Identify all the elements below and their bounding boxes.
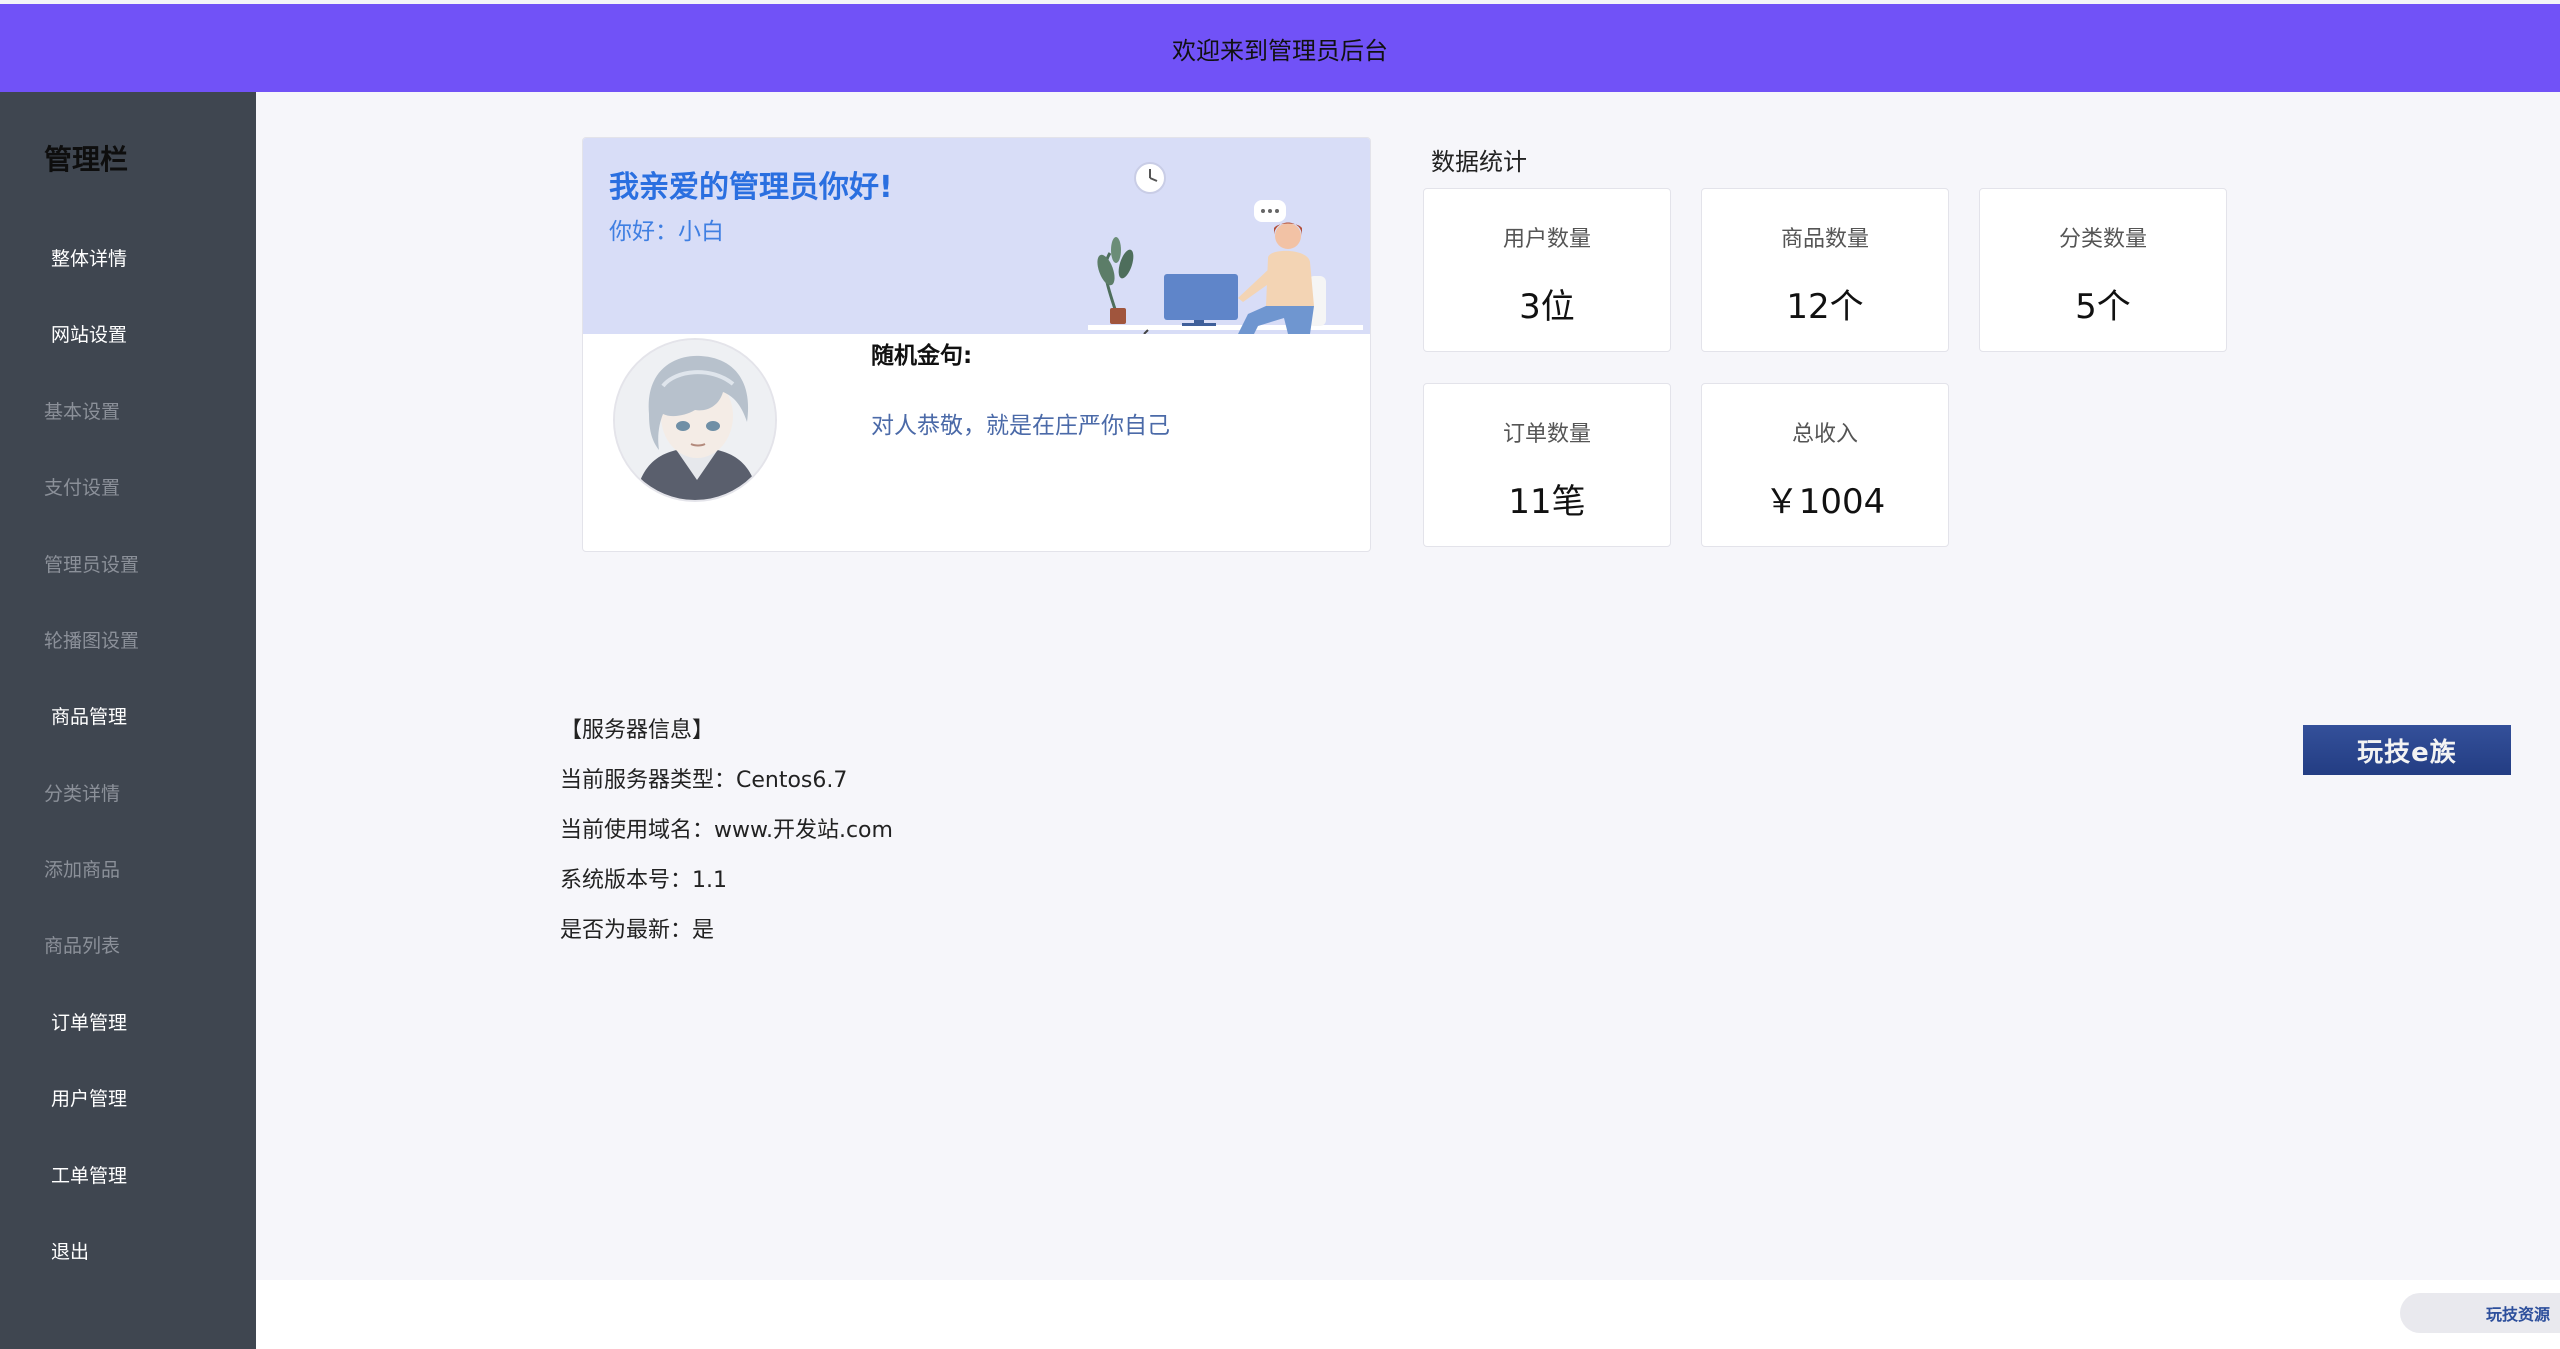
sidebar-item-logout[interactable]: 退出 (51, 1237, 89, 1264)
welcome-card: 我亲爱的管理员你好! 你好：小白 随机金句: 对人恭敬，就是在庄严你自己 (582, 137, 1371, 552)
sidebar-item-add-product[interactable]: 添加商品 (44, 855, 120, 882)
anime-avatar-icon (615, 340, 775, 500)
welcome-title: 我亲爱的管理员你好! (609, 170, 893, 205)
server-domain: 当前使用域名：www.开发站.com (560, 818, 893, 843)
stat-value: 12个 (1786, 287, 1864, 327)
system-version: 系统版本号：1.1 (560, 868, 727, 893)
stat-value: 5个 (2075, 287, 2131, 327)
brand-badge[interactable]: 玩技e族 (2303, 725, 2511, 775)
sidebar-item-category-details[interactable]: 分类详情 (44, 779, 120, 806)
sidebar-item-admin-settings[interactable]: 管理员设置 (44, 550, 139, 577)
sidebar-item-product-list[interactable]: 商品列表 (44, 931, 120, 958)
sidebar-item-ticket-management[interactable]: 工单管理 (51, 1161, 127, 1188)
header-title: 欢迎来到管理员后台 (1172, 36, 1388, 65)
stat-value: 3位 (1519, 287, 1575, 327)
sidebar-item-order-management[interactable]: 订单管理 (51, 1008, 127, 1035)
sidebar-item-basic-settings[interactable]: 基本设置 (44, 397, 120, 424)
welcome-banner: 我亲爱的管理员你好! 你好：小白 (583, 138, 1370, 334)
header-bar: 欢迎来到管理员后台 (0, 4, 2560, 92)
stat-label: 商品数量 (1780, 227, 1869, 252)
sidebar-title: 管理栏 (44, 143, 129, 176)
server-type: 当前服务器类型：Centos6.7 (560, 768, 848, 793)
welcome-greeting: 你好：小白 (609, 219, 724, 245)
stat-label: 分类数量 (2058, 227, 2147, 252)
sidebar-item-overview[interactable]: 整体详情 (51, 244, 127, 271)
admin-avatar (613, 338, 777, 502)
is-latest: 是否为最新：是 (560, 918, 715, 943)
stat-card-revenue: 总收入 ￥1004 (1701, 383, 1949, 547)
sidebar-item-site-settings[interactable]: 网站设置 (51, 320, 127, 347)
stat-label: 用户数量 (1502, 227, 1591, 252)
sidebar-item-user-management[interactable]: 用户管理 (51, 1084, 127, 1111)
server-info-heading: 【服务器信息】 (560, 718, 715, 743)
sidebar-item-payment-settings[interactable]: 支付设置 (44, 473, 120, 500)
sidebar: 管理栏 整体详情 网站设置 基本设置 支付设置 管理员设置 轮播图设置 商品管理… (0, 92, 256, 1349)
stat-card-users: 用户数量 3位 (1423, 188, 1671, 352)
stat-label: 总收入 (1791, 422, 1858, 447)
stat-card-orders: 订单数量 11笔 (1423, 383, 1671, 547)
sidebar-item-product-management[interactable]: 商品管理 (51, 702, 127, 729)
bottom-brand-text: 玩技资源 (2485, 1305, 2550, 1324)
stat-card-products: 商品数量 12个 (1701, 188, 1949, 352)
brand-badge-text: 玩技e族 (2357, 737, 2457, 768)
stat-value: ￥1004 (1764, 482, 1886, 522)
sidebar-item-carousel-settings[interactable]: 轮播图设置 (44, 626, 139, 653)
stat-card-categories: 分类数量 5个 (1979, 188, 2227, 352)
stat-label: 订单数量 (1502, 422, 1591, 447)
stat-value: 11笔 (1508, 482, 1586, 522)
bottom-brand-pill[interactable]: 玩技资源 (2400, 1293, 2560, 1333)
quote-text: 对人恭敬，就是在庄严你自己 (871, 413, 1170, 439)
stats-title: 数据统计 (1431, 148, 1527, 176)
quote-label: 随机金句: (871, 343, 973, 369)
office-illustration-icon (1088, 162, 1363, 334)
